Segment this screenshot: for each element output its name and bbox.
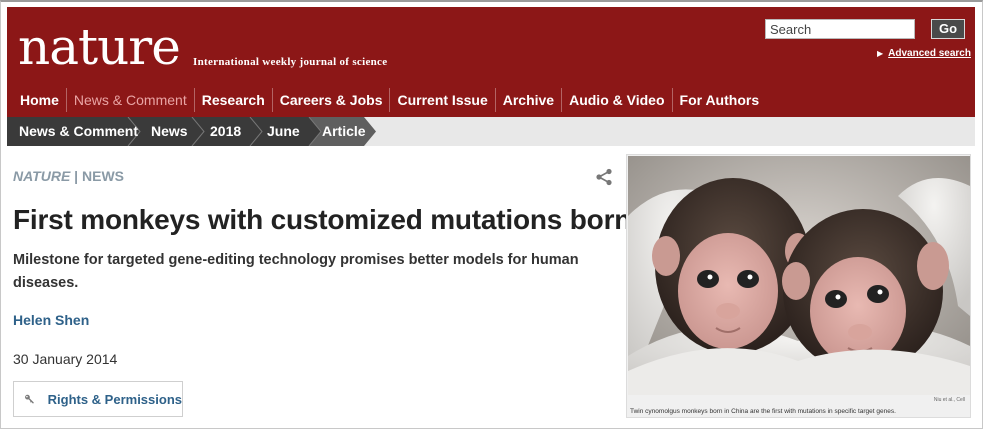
search-input[interactable] <box>765 19 915 39</box>
triangle-right-icon: ▶ <box>877 49 884 58</box>
key-icon <box>25 394 34 404</box>
rights-permissions-button[interactable]: Rights & Permissions <box>13 381 183 417</box>
article-kicker: NATURE | NEWS <box>13 168 124 184</box>
breadcrumb: News & Comment News 2018 June Article <box>7 117 975 146</box>
article-date: 30 January 2014 <box>13 351 118 367</box>
nav-item-current-issue[interactable]: Current Issue <box>389 88 494 112</box>
figure-caption: Twin cynomolgus monkeys born in China ar… <box>630 408 896 415</box>
breadcrumb-2018[interactable]: 2018 <box>210 117 241 146</box>
kicker-separator: | <box>70 168 82 184</box>
breadcrumb-june[interactable]: June <box>267 117 300 146</box>
breadcrumb-article: Article <box>322 123 366 139</box>
nav-item-archive[interactable]: Archive <box>494 88 561 112</box>
photo-credit: Niu et al., Cell <box>933 397 965 403</box>
nav-item-audio-video[interactable]: Audio & Video <box>561 88 671 112</box>
nature-logo[interactable]: nature <box>18 17 181 77</box>
nav-item-research[interactable]: Research <box>193 88 272 112</box>
search-go-button[interactable]: Go <box>931 19 965 39</box>
advanced-search-label: Advanced search <box>888 48 971 59</box>
advanced-search-link[interactable]: ▶ Advanced search <box>877 48 971 59</box>
nav-item-for-authors[interactable]: For Authors <box>671 88 767 112</box>
kicker-journal[interactable]: NATURE <box>13 168 70 184</box>
nav-item-home[interactable]: Home <box>13 88 66 112</box>
article-standfirst: Milestone for targeted gene-editing tech… <box>13 252 579 291</box>
nav-item-news-comment[interactable]: News & Comment <box>65 88 194 112</box>
article-figure: Niu et al., Cell Twin cynomolgus monkeys… <box>626 154 971 418</box>
kicker-section[interactable]: NEWS <box>82 168 124 184</box>
rights-permissions-label: Rights & Permissions <box>47 391 182 407</box>
site-tagline: International weekly journal of science <box>193 56 388 68</box>
breadcrumb-news[interactable]: News <box>151 117 188 146</box>
monkeys-photo[interactable] <box>628 156 970 395</box>
main-nav: Home News & Comment Research Careers & J… <box>13 88 766 112</box>
article-title: First monkeys with customized mutations … <box>13 204 632 235</box>
site-header: nature International weekly journal of s… <box>7 7 975 117</box>
share-icon[interactable] <box>595 168 613 186</box>
nav-item-careers-jobs[interactable]: Careers & Jobs <box>271 88 390 112</box>
article-author[interactable]: Helen Shen <box>13 312 89 328</box>
breadcrumb-news-comment[interactable]: News & Comment <box>19 117 138 146</box>
